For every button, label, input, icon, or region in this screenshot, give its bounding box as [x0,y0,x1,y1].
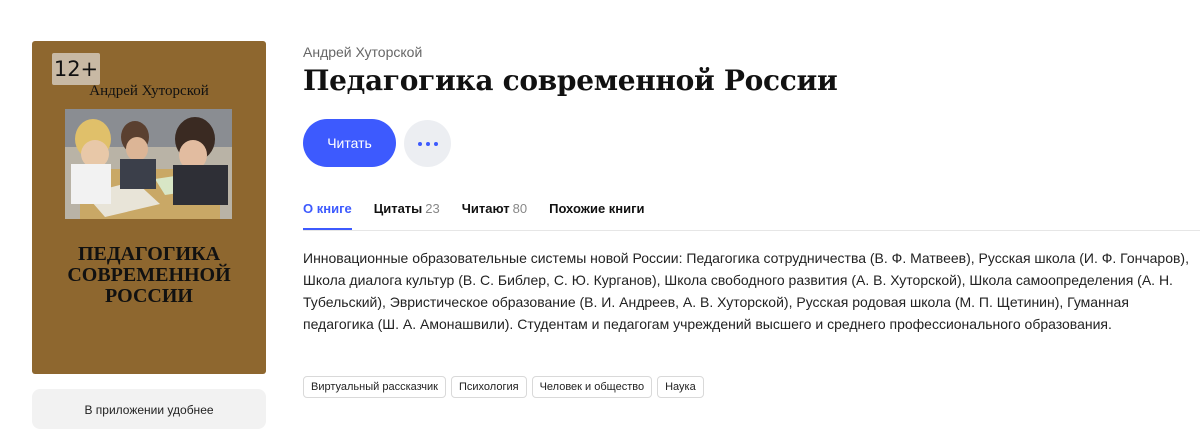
author-link[interactable]: Андрей Хуторской [303,44,422,60]
book-cover[interactable]: 12+ Андрей Хуторской ПЕДАГОГИКА СОВРЕМЕН… [32,41,266,374]
tab-quotes-count: 23 [425,201,440,216]
tag-science[interactable]: Наука [657,376,704,398]
app-promo[interactable]: В приложении удобнее [32,389,266,429]
tab-readers-count: 80 [512,201,528,216]
cover-author: Андрей Хуторской [89,83,209,99]
read-button[interactable]: Читать [303,119,396,167]
tab-similar[interactable]: Похожие книги [549,201,644,230]
book-description: Инновационные образовательные системы но… [303,250,1189,332]
tag-virtual-narrator[interactable]: Виртуальный рассказчик [303,376,446,398]
tab-readers[interactable]: Читают 80 [462,201,527,230]
page-title: Педагогика современной России [303,64,838,97]
tag-psychology[interactable]: Психология [451,376,527,398]
tab-about[interactable]: О книге [303,201,352,230]
tabs-divider [303,230,1200,231]
tab-bar: О книге Цитаты 23 Читают 80 Похожие книги [303,201,645,230]
cover-photo [65,109,232,219]
tag-list: Виртуальный рассказчик Психология Челове… [303,376,704,398]
tab-quotes[interactable]: Цитаты 23 [374,201,440,230]
tag-human-society[interactable]: Человек и общество [531,376,653,398]
more-dots-icon [417,141,438,146]
age-rating-badge: 12+ [52,53,100,85]
more-button[interactable] [404,120,451,167]
app-promo-text: В приложении удобнее [84,403,214,417]
cover-title: ПЕДАГОГИКА СОВРЕМЕННОЙ РОССИИ [67,243,231,307]
